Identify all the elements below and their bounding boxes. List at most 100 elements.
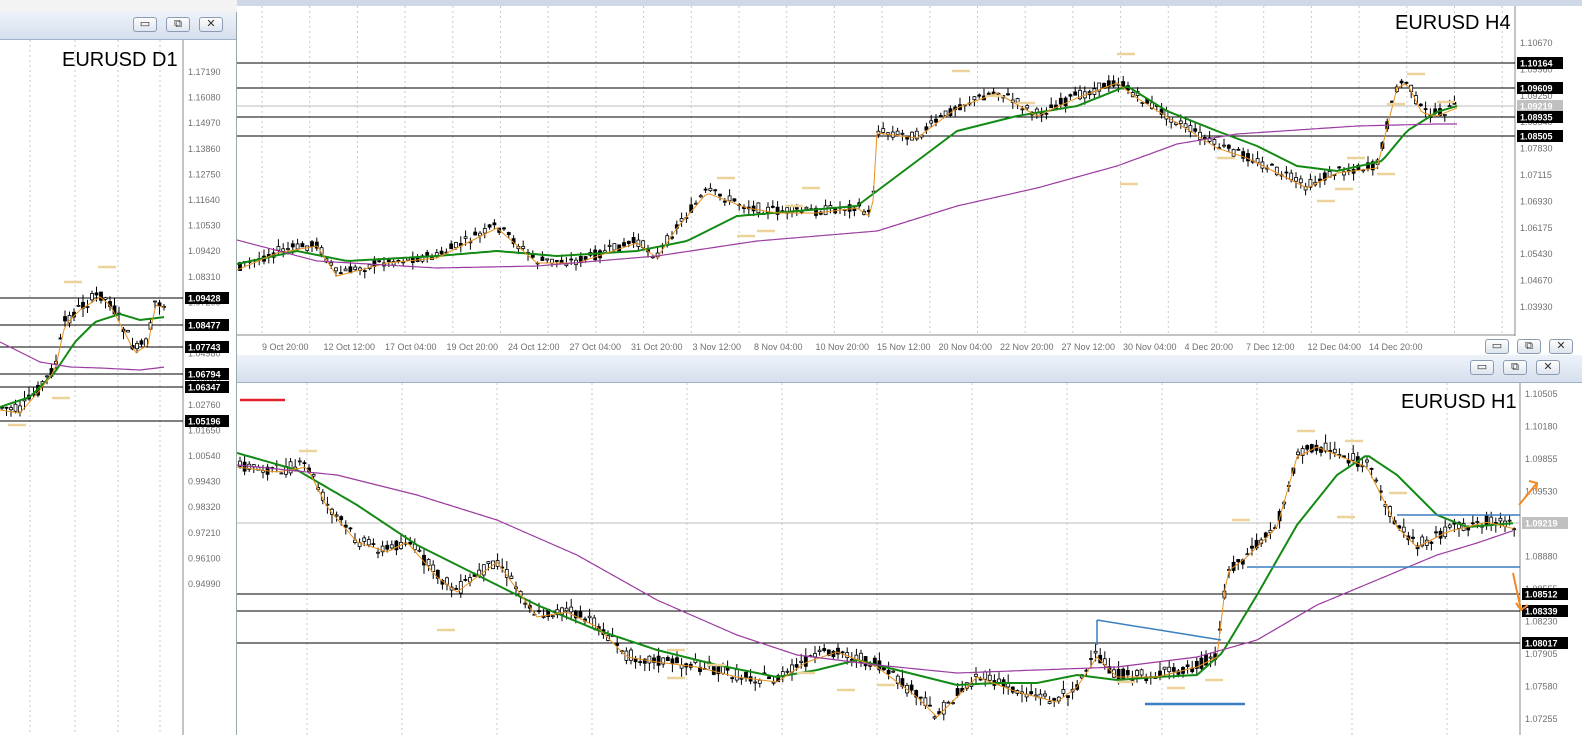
candle-body bbox=[1068, 94, 1073, 97]
candle-body bbox=[1294, 177, 1298, 182]
candle-body bbox=[1047, 701, 1052, 704]
time-axis-label: 12 Oct 12:00 bbox=[324, 342, 376, 352]
candle-body bbox=[977, 94, 982, 97]
price-level-tag-label: 1.08505 bbox=[1520, 132, 1553, 142]
candle-body bbox=[569, 606, 574, 613]
candle-body bbox=[665, 656, 670, 661]
candle-body bbox=[732, 198, 737, 202]
candle-body bbox=[1020, 108, 1025, 111]
candle-body bbox=[900, 132, 905, 135]
close-icon[interactable]: ✕ bbox=[1549, 339, 1573, 354]
candle-body bbox=[647, 655, 652, 664]
candle-body bbox=[334, 514, 339, 517]
price-scale-label: 1.08880 bbox=[1525, 552, 1558, 562]
candle-body bbox=[1434, 531, 1438, 534]
price-scale-label: 1.10530 bbox=[188, 221, 221, 231]
candle-body bbox=[473, 231, 478, 236]
price-scale-label: 0.98320 bbox=[188, 502, 221, 512]
candle-body bbox=[1185, 664, 1190, 668]
price-scale-label: 1.05430 bbox=[1520, 249, 1553, 259]
chart-window-eurusd-h4[interactable]: 1.106701.099601.092501.085401.078301.071… bbox=[237, 0, 1582, 355]
price-scale-label: 1.07580 bbox=[1525, 682, 1558, 692]
restore-icon[interactable]: ⧉ bbox=[1517, 339, 1541, 354]
candle-body bbox=[881, 128, 886, 133]
chart-window-eurusd-d1[interactable]: ▭ ⧉ ✕ 1.17190 1.16080 1.14970 1.13860 1.1275… bbox=[0, 12, 237, 735]
candle-body bbox=[583, 256, 588, 260]
candle-body bbox=[1369, 468, 1374, 470]
price-scale-label: 1.10670 bbox=[1520, 38, 1553, 48]
candle-body bbox=[986, 92, 991, 95]
candle-body bbox=[1063, 97, 1068, 107]
candle-body bbox=[1289, 172, 1294, 181]
candle-body bbox=[1255, 158, 1260, 164]
candle-body bbox=[1298, 178, 1303, 184]
candle-body bbox=[506, 232, 511, 236]
candle-body bbox=[803, 655, 808, 667]
candle-body bbox=[295, 243, 300, 250]
candle-body bbox=[799, 660, 804, 663]
minimize-icon[interactable]: ▭ bbox=[1485, 339, 1509, 354]
time-axis-label: 3 Nov 12:00 bbox=[693, 342, 742, 352]
candle-body bbox=[1066, 695, 1070, 698]
candle-body bbox=[713, 189, 718, 192]
candle-body bbox=[425, 252, 430, 256]
moving-average-fast bbox=[237, 446, 1514, 718]
time-axis-label: 31 Oct 20:00 bbox=[631, 342, 683, 352]
candle-body bbox=[886, 669, 891, 675]
candle-body bbox=[302, 462, 307, 464]
time-axis-label: 20 Nov 04:00 bbox=[939, 342, 993, 352]
candle-body bbox=[1025, 105, 1030, 109]
candle-body bbox=[1135, 670, 1139, 676]
price-scale-label: 1.04670 bbox=[1520, 276, 1553, 286]
chart-title: EURUSD D1 bbox=[62, 49, 178, 71]
candle-body bbox=[362, 537, 367, 542]
candle-body bbox=[770, 205, 775, 208]
candle-body bbox=[612, 243, 617, 251]
candle-body bbox=[550, 615, 555, 618]
candle-body bbox=[1512, 528, 1517, 531]
candle-body bbox=[1443, 526, 1448, 538]
candle-body bbox=[343, 268, 348, 272]
candle-body bbox=[895, 130, 900, 136]
d1-chart-canvas[interactable]: 1.17190 1.16080 1.14970 1.13860 1.12750 1.116… bbox=[0, 12, 237, 735]
candle-body bbox=[1049, 104, 1054, 109]
candle-body bbox=[1006, 93, 1010, 96]
candle-body bbox=[135, 342, 139, 350]
candle-body bbox=[509, 575, 514, 579]
candle-body bbox=[1236, 559, 1241, 563]
candle-body bbox=[753, 681, 758, 684]
price-level-tag-label: 1.08935 bbox=[1520, 113, 1553, 123]
candle-body bbox=[540, 256, 545, 261]
candle-body bbox=[1418, 103, 1423, 107]
candle-body bbox=[1052, 698, 1057, 701]
candle-body bbox=[139, 340, 144, 345]
candle-body bbox=[1365, 459, 1369, 463]
candle-body bbox=[804, 206, 809, 210]
candle-body bbox=[656, 655, 661, 666]
candle-body bbox=[983, 671, 988, 680]
price-scale-label: 1.03930 bbox=[1520, 302, 1553, 312]
chart-title: EURUSD H1 bbox=[1401, 391, 1517, 413]
candle-body bbox=[486, 561, 491, 564]
candle-body bbox=[1015, 98, 1020, 103]
candle-body bbox=[1202, 137, 1207, 140]
h1-chart-canvas[interactable]: 1.105051.101801.098551.095301.092191.088… bbox=[237, 355, 1582, 735]
candle-body bbox=[718, 193, 722, 197]
price-level-tag-label: 1.08512 bbox=[1525, 590, 1558, 600]
candle-body bbox=[300, 243, 305, 248]
h4-chart-canvas[interactable]: 1.106701.099601.092501.085401.078301.071… bbox=[237, 6, 1582, 355]
candle-body bbox=[941, 701, 946, 715]
chart-window-eurusd-h1[interactable]: ▭ ⧉ ✕ 1.105051.101801.098551.095301.0921… bbox=[237, 355, 1582, 735]
price-level-tag-label: 1.09609 bbox=[1520, 84, 1553, 94]
candle-body bbox=[1089, 658, 1093, 660]
price-scale-label: 0.94990 bbox=[188, 579, 221, 589]
moving-average-fast bbox=[237, 82, 1458, 277]
candle-body bbox=[389, 544, 394, 549]
candle-body bbox=[1296, 451, 1300, 456]
candle-body bbox=[63, 316, 67, 322]
candle-body bbox=[1193, 128, 1198, 132]
candle-body bbox=[1498, 517, 1503, 522]
candle-body bbox=[629, 649, 633, 661]
time-axis-label: 19 Oct 20:00 bbox=[447, 342, 499, 352]
candle-body bbox=[955, 688, 960, 696]
